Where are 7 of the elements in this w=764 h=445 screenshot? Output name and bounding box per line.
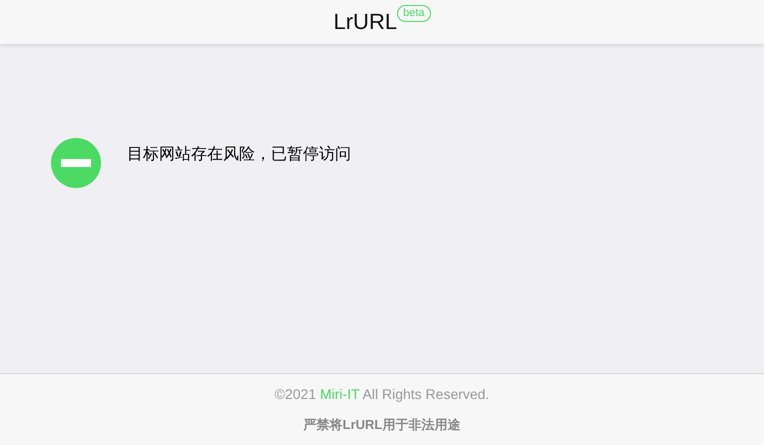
copyright-text: ©2021 Miri-IT All Rights Reserved. xyxy=(274,386,490,402)
warning-message: 目标网站存在风险，已暂停访问 xyxy=(127,145,351,165)
company-link[interactable]: Miri-IT xyxy=(320,386,360,402)
usage-notice: 严禁将LrURL用于非法用途 xyxy=(304,416,460,434)
blocked-icon xyxy=(51,138,101,188)
beta-badge: beta xyxy=(397,5,430,22)
site-title: LrURL xyxy=(334,9,398,35)
